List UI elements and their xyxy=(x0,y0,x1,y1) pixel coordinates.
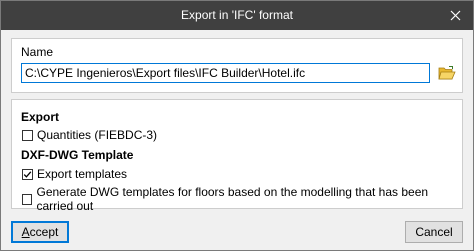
file-path-input[interactable] xyxy=(21,63,430,83)
accept-button[interactable]: Accept xyxy=(11,221,69,243)
export-templates-label: Export templates xyxy=(37,167,128,181)
checkmark-icon xyxy=(23,170,32,178)
accept-label-rest: ccept xyxy=(29,225,59,239)
name-group: Name xyxy=(11,38,463,93)
browse-folder-button[interactable] xyxy=(437,62,457,84)
export-heading: Export xyxy=(21,110,60,124)
export-templates-option[interactable]: Export templates xyxy=(22,167,127,181)
generate-dwg-option[interactable]: Generate DWG templates for floors based … xyxy=(22,185,462,213)
export-templates-checkbox[interactable] xyxy=(22,168,33,180)
title-bar: Export in 'IFC' format xyxy=(1,1,473,30)
quantities-checkbox[interactable] xyxy=(22,129,33,141)
generate-dwg-label: Generate DWG templates for floors based … xyxy=(36,185,429,213)
quantities-option[interactable]: Quantities (FIEBDC-3) xyxy=(22,128,157,142)
dxf-dwg-heading: DXF-DWG Template xyxy=(21,148,134,162)
name-label: Name xyxy=(21,45,54,59)
cancel-button[interactable]: Cancel xyxy=(405,221,463,243)
close-button[interactable] xyxy=(445,5,465,25)
accept-mnemonic: A xyxy=(21,225,30,239)
export-ifc-dialog: Export in 'IFC' format Name Export Quant… xyxy=(0,0,474,251)
export-options-group: Export Quantities (FIEBDC-3) DXF-DWG Tem… xyxy=(11,99,463,213)
generate-dwg-checkbox[interactable] xyxy=(22,193,33,205)
close-icon xyxy=(450,10,460,20)
folder-open-icon xyxy=(438,66,456,80)
quantities-label: Quantities (FIEBDC-3) xyxy=(37,128,158,142)
dialog-title: Export in 'IFC' format xyxy=(181,8,293,22)
